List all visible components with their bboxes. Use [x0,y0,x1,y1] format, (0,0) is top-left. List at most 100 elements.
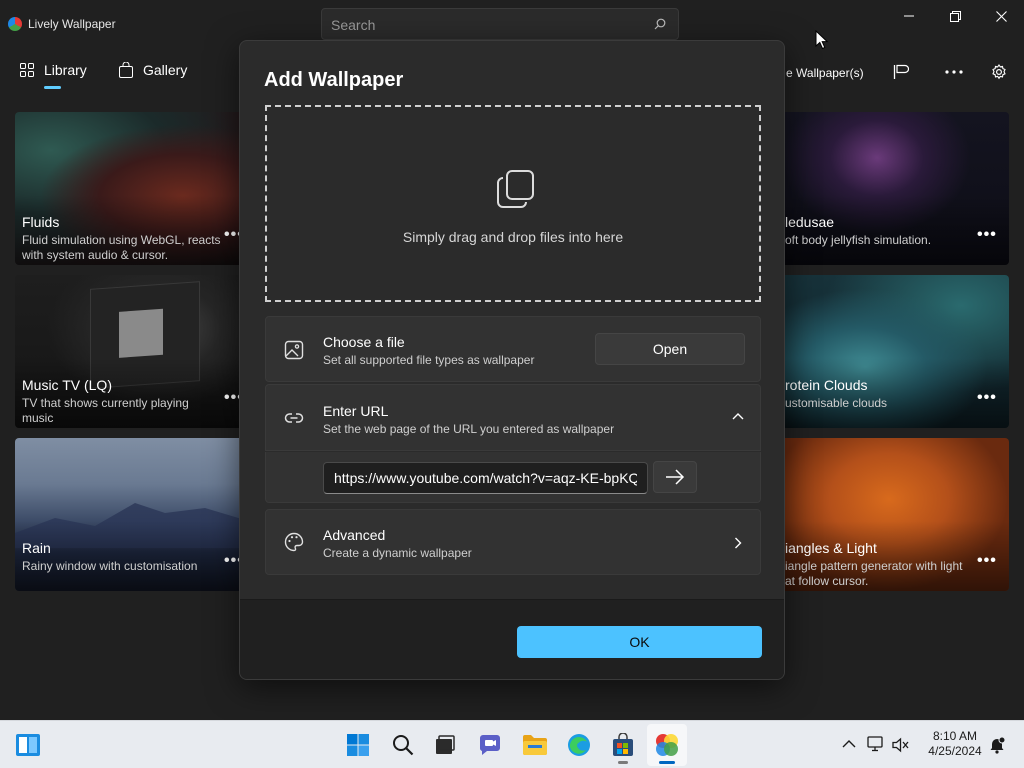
store-bag-icon [613,733,633,756]
lively-wallpaper-icon [656,734,678,756]
image-icon [284,340,304,360]
microsoft-store-button[interactable] [609,731,637,759]
url-input[interactable] [323,462,648,494]
card-shade [15,521,255,591]
lively-active-indicator [659,761,675,764]
search-input[interactable] [331,15,631,35]
taskbar [0,720,1024,768]
open-file-button[interactable]: Open [595,333,745,365]
enter-url-subtitle: Set the web page of the URL you entered … [323,422,615,436]
link-icon [284,413,304,423]
chat-button[interactable] [476,731,504,759]
minimize-button[interactable] [886,0,932,32]
notification-bell-icon[interactable] [988,736,1006,754]
close-icon [995,10,1007,22]
palette-icon [284,532,304,552]
nav-selection-indicator [44,86,61,89]
card-shade [769,358,1009,428]
card-title: rotein Clouds [785,377,868,393]
dialog-title: Add Wallpaper [264,69,404,91]
drop-zone-text: Simply drag and drop files into here [402,229,624,245]
card-description: Rainy window with customisation [22,559,198,573]
choose-file-title: Choose a file [323,334,405,350]
card-description: oft body jellyfish simulation. [785,233,932,247]
card-title: ledusae [785,214,835,230]
wallpaper-card-music-tv[interactable]: Music TV (LQ) TV that shows currently pl… [15,275,255,428]
widgets-button[interactable] [14,731,42,759]
mouse-cursor-icon [815,30,829,50]
card-more-button[interactable]: ••• [977,389,997,407]
grid-icon [20,63,34,77]
card-title: Rain [22,540,51,556]
restore-icon [949,10,961,22]
card-more-button[interactable]: ••• [977,552,997,570]
card-title: iangles & Light [785,540,877,556]
ok-button[interactable]: OK [517,626,762,658]
wallpaper-card-medusae[interactable]: ledusae oft body jellyfish simulation. •… [769,112,1009,265]
nav-gallery-label: Gallery [143,62,188,78]
clock-date: 4/25/2024 [928,744,982,758]
card-shade [769,195,1009,265]
advanced-title: Advanced [323,527,386,543]
card-description: TV that shows currently playing music [22,396,189,425]
card-description: iangle pattern generator with light at fo… [785,559,963,588]
folder-icon [523,735,547,755]
wallpaper-card-rain[interactable]: Rain Rainy window with customisation ••• [15,438,255,591]
submit-url-button[interactable] [653,461,697,493]
control-panel-icon[interactable] [893,64,909,80]
clock-time: 8:10 AM [932,729,978,743]
shopping-bag-icon [119,62,133,78]
store-running-indicator [618,761,628,764]
manage-wallpapers-button[interactable]: e Wallpaper(s) [786,66,864,80]
nav-gallery[interactable]: Gallery [119,62,187,78]
taskbar-search-icon [393,735,414,756]
advanced-subtitle: Create a dynamic wallpaper [323,546,472,560]
app-title: Lively Wallpaper [28,17,116,31]
teams-chat-icon [479,735,500,755]
windows-logo-icon [347,734,369,756]
wallpaper-card-protein-clouds[interactable]: rotein Clouds ustomisable clouds ••• [769,275,1009,428]
arrow-right-icon [666,469,685,485]
settings-gear-icon[interactable] [991,64,1007,80]
minimize-icon [904,15,914,17]
url-input-panel [265,452,761,503]
chevron-up-icon[interactable] [732,412,744,420]
more-options-icon[interactable] [945,70,963,74]
volume-muted-icon[interactable] [892,737,910,753]
search-icon[interactable] [654,18,666,30]
wallpaper-card-triangles-light[interactable]: iangles & Light iangle pattern generator… [769,438,1009,591]
edge-browser-button[interactable] [565,731,593,759]
card-description: ustomisable clouds [785,396,888,410]
wallpaper-card-fluids[interactable]: Fluids Fluid simulation using WebGL, rea… [15,112,255,265]
enter-url-title: Enter URL [323,403,389,419]
chevron-up-tray-icon[interactable] [842,740,856,748]
nav-library-label: Library [44,62,87,78]
enter-url-panel[interactable]: Enter URL Set the web page of the URL yo… [265,384,761,451]
card-title: Fluids [22,214,60,230]
card-more-button[interactable]: ••• [977,226,997,244]
chevron-right-icon [735,537,742,549]
close-button[interactable] [978,0,1024,32]
search-box[interactable] [321,8,679,40]
lively-app-icon [8,17,22,31]
file-explorer-button[interactable] [521,731,549,759]
copy-files-icon [497,170,534,208]
nav-library[interactable]: Library [20,62,87,78]
start-button[interactable] [344,731,372,759]
card-description: Fluid simulation using WebGL, reacts with… [22,233,221,262]
taskbar-clock[interactable]: 8:10 AM 4/25/2024 [926,729,984,759]
card-title: Music TV (LQ) [22,377,112,393]
lively-wallpaper-taskbar-button[interactable] [653,731,681,759]
dialog-footer: OK [240,599,784,679]
network-icon[interactable] [867,736,885,752]
choose-file-panel: Choose a file Set all supported file typ… [265,316,761,382]
advanced-panel[interactable]: Advanced Create a dynamic wallpaper [265,509,761,575]
task-view-icon [436,735,455,754]
choose-file-subtitle: Set all supported file types as wallpape… [323,353,535,367]
edge-icon [568,734,590,756]
widgets-icon [16,734,40,756]
drop-zone[interactable]: Simply drag and drop files into here [265,105,761,302]
taskbar-search-button[interactable] [389,731,417,759]
task-view-button[interactable] [431,731,459,759]
restore-button[interactable] [932,0,978,32]
